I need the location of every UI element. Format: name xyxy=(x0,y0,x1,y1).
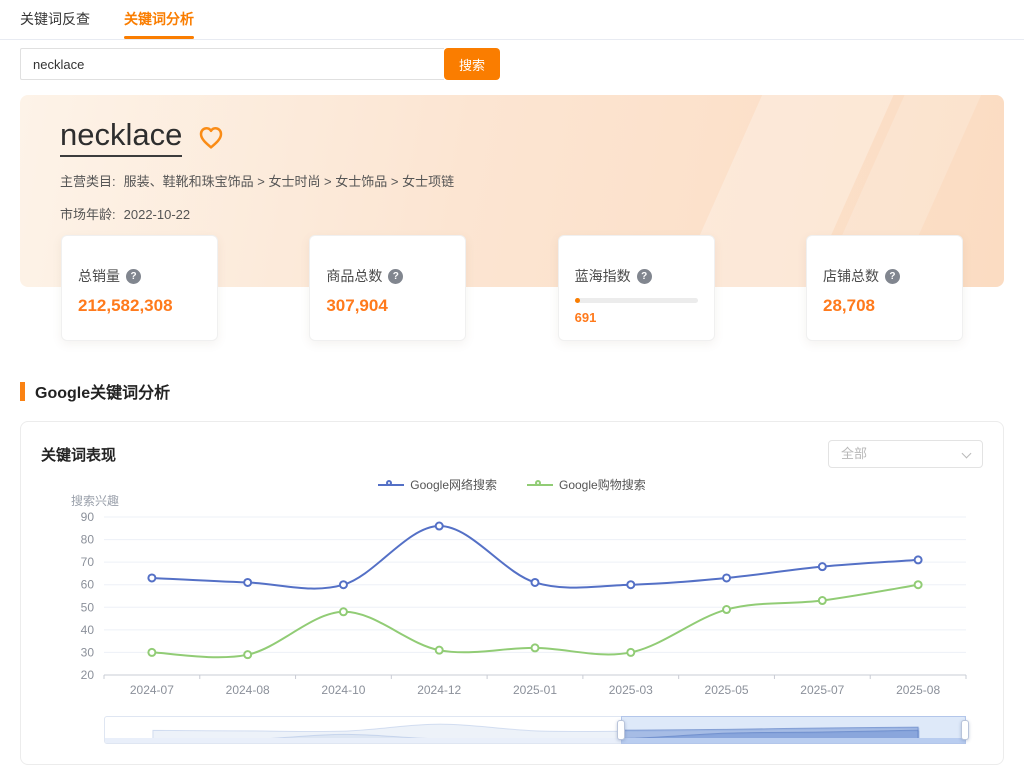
svg-text:2024-12: 2024-12 xyxy=(417,683,461,697)
section-title: Google关键词分析 xyxy=(35,379,170,403)
legend-line-marker xyxy=(378,480,404,490)
stats-row: 总销量 212,582,308 商品总数 307,904 蓝海指数 691 店铺… xyxy=(61,235,963,341)
search-bar: 搜索 xyxy=(20,48,1004,80)
svg-text:2024-10: 2024-10 xyxy=(321,683,365,697)
help-icon[interactable] xyxy=(637,269,652,284)
svg-text:30: 30 xyxy=(81,645,95,659)
keyword-title: necklace xyxy=(60,117,182,157)
market-age-value: 2022-10-22 xyxy=(124,207,191,222)
svg-text:2025-05: 2025-05 xyxy=(705,683,749,697)
stat-label: 蓝海指数 xyxy=(575,266,631,286)
svg-text:80: 80 xyxy=(81,533,95,547)
stat-label: 总销量 xyxy=(78,266,120,286)
svg-text:2025-01: 2025-01 xyxy=(513,683,557,697)
tab-bar: 关键词反查 关键词分析 xyxy=(0,0,1024,40)
stat-card-total-sales: 总销量 212,582,308 xyxy=(61,235,218,341)
stat-value: 307,904 xyxy=(326,296,449,316)
legend-item[interactable]: Google购物搜索 xyxy=(527,476,646,493)
stat-card-total-products: 商品总数 307,904 xyxy=(309,235,466,341)
search-interest-line-chart: 20 30 40 50 60 70 80 90 搜索兴趣 2024-07 2024-08 2024-1… xyxy=(41,493,989,703)
chart-legend: Google网络搜索 Google购物搜索 xyxy=(41,476,983,493)
stat-card-blue-ocean-index: 蓝海指数 691 xyxy=(558,235,715,341)
legend-line-marker xyxy=(527,480,553,490)
tab-keyword-analysis[interactable]: 关键词分析 xyxy=(124,9,194,39)
svg-text:70: 70 xyxy=(81,555,95,569)
scope-filter-value: 全部 xyxy=(841,446,867,461)
datazoom-right-handle[interactable] xyxy=(961,720,969,740)
keyword-performance-card: 关键词表现 全部 Google网络搜索 Google购物搜索 20 30 40 50 6… xyxy=(20,421,1004,765)
datazoom-selected-window[interactable] xyxy=(621,716,966,744)
svg-text:20: 20 xyxy=(81,668,95,682)
tab-keyword-reverse-lookup[interactable]: 关键词反查 xyxy=(20,9,90,39)
stat-label: 店铺总数 xyxy=(823,266,879,286)
search-button[interactable]: 搜索 xyxy=(444,48,500,80)
section-accent-bar xyxy=(20,382,25,401)
stat-value: 212,582,308 xyxy=(78,296,201,316)
chevron-down-icon xyxy=(962,449,972,459)
help-icon[interactable] xyxy=(388,269,403,284)
google-section-header: Google关键词分析 xyxy=(20,379,1004,403)
stat-value: 691 xyxy=(575,310,698,325)
svg-text:60: 60 xyxy=(81,578,95,592)
favorite-heart-icon[interactable] xyxy=(196,122,226,152)
datazoom-left-handle[interactable] xyxy=(617,720,625,740)
blue-ocean-progress-bar xyxy=(575,298,698,303)
svg-text:2024-07: 2024-07 xyxy=(130,683,174,697)
svg-text:2025-07: 2025-07 xyxy=(800,683,844,697)
datazoom-selected-strip xyxy=(622,738,965,743)
help-icon[interactable] xyxy=(885,269,900,284)
stat-card-total-shops: 店铺总数 28,708 xyxy=(806,235,963,341)
svg-text:50: 50 xyxy=(81,600,95,614)
keyword-search-input[interactable] xyxy=(20,48,444,80)
svg-text:2025-08: 2025-08 xyxy=(896,683,940,697)
chart-title: 关键词表现 xyxy=(41,444,116,465)
svg-text:90: 90 xyxy=(81,510,95,524)
help-icon[interactable] xyxy=(126,269,141,284)
legend-item[interactable]: Google网络搜索 xyxy=(378,476,497,493)
category-label: 主营类目: xyxy=(60,174,116,189)
category-breadcrumb: 服装、鞋靴和珠宝饰品 > 女士时尚 > 女士饰品 > 女士项链 xyxy=(124,174,454,189)
svg-text:2024-08: 2024-08 xyxy=(226,683,270,697)
svg-text:40: 40 xyxy=(81,623,95,637)
blue-ocean-progress-fill xyxy=(575,298,580,303)
stat-value: 28,708 xyxy=(823,296,946,316)
datazoom-slider[interactable] xyxy=(104,716,966,744)
market-age-label: 市场年龄: xyxy=(60,207,116,222)
scope-filter-select[interactable]: 全部 xyxy=(828,440,983,468)
stat-label: 商品总数 xyxy=(326,266,382,286)
svg-text:2025-03: 2025-03 xyxy=(609,683,653,697)
legend-label: Google网络搜索 xyxy=(410,476,497,493)
legend-label: Google购物搜索 xyxy=(559,476,646,493)
svg-text:搜索兴趣: 搜索兴趣 xyxy=(71,493,119,508)
